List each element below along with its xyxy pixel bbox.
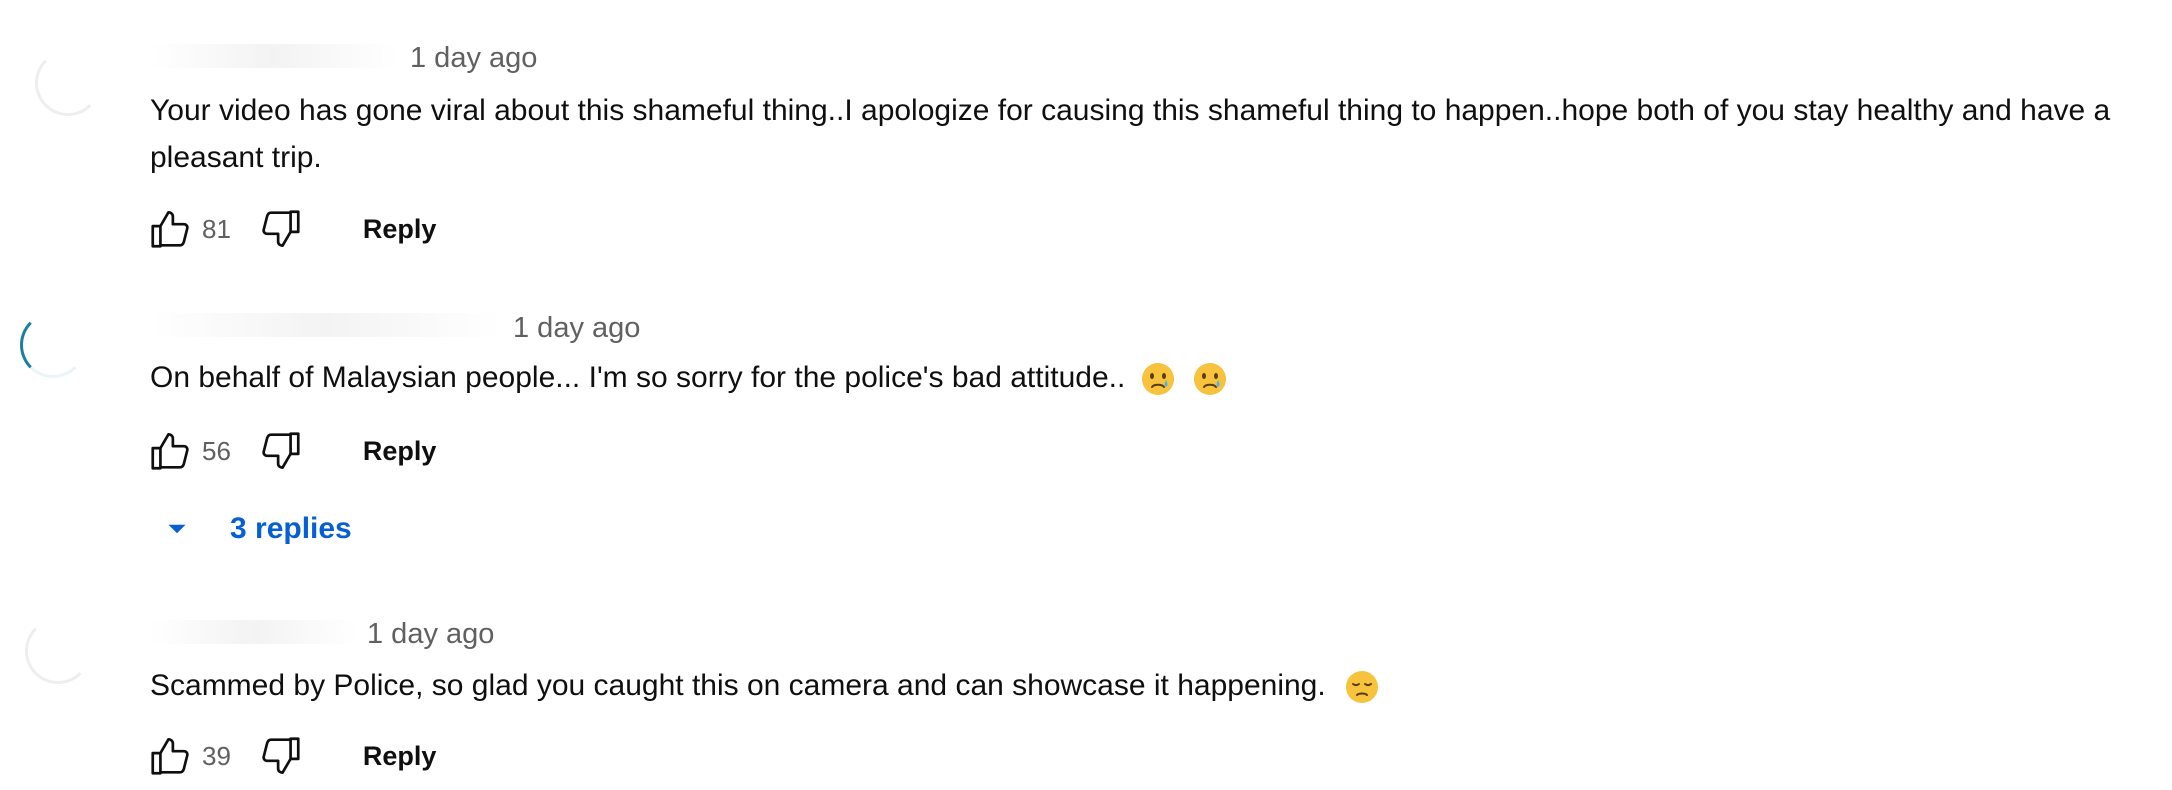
comment-text-content: On behalf of Malaysian people... I'm so …	[150, 361, 1126, 394]
dislike-button[interactable]	[253, 423, 309, 479]
like-count: 39	[202, 741, 231, 771]
dislike-button[interactable]	[253, 201, 309, 257]
comment-timestamp[interactable]: 1 day ago	[410, 44, 537, 73]
like-icon	[151, 210, 189, 248]
comment-text: Your video has gone viral about this sha…	[150, 94, 2111, 174]
like-icon	[151, 737, 189, 775]
replies-count-label: 3 replies	[230, 512, 352, 545]
dislike-button[interactable]	[253, 728, 309, 784]
author-name[interactable]	[150, 44, 398, 68]
crying-face-emoji	[1140, 361, 1176, 397]
like-button[interactable]	[142, 423, 198, 479]
like-icon	[151, 432, 189, 470]
avatar[interactable]	[25, 38, 109, 122]
comment-timestamp[interactable]: 1 day ago	[367, 620, 494, 649]
caret-down-icon	[168, 524, 186, 534]
dislike-icon	[262, 432, 300, 470]
comment-actions: 39 Reply	[142, 728, 436, 784]
view-replies-button[interactable]: 3 replies	[160, 504, 352, 554]
author-name[interactable]	[150, 620, 358, 644]
dislike-icon	[262, 737, 300, 775]
like-count: 56	[202, 436, 231, 466]
reply-button[interactable]: Reply	[363, 215, 437, 243]
comment-text: Scammed by Police, so glad you caught th…	[150, 662, 2140, 709]
comment-text: On behalf of Malaysian people... I'm so …	[150, 354, 2140, 401]
author-name[interactable]	[150, 313, 502, 337]
reply-button[interactable]: Reply	[363, 437, 437, 465]
comment-actions: 81 Reply	[142, 201, 436, 257]
comment-text-content: Scammed by Police, so glad you caught th…	[150, 669, 1326, 702]
crying-face-emoji	[1192, 361, 1228, 397]
reply-button[interactable]: Reply	[363, 742, 437, 770]
like-count: 81	[202, 214, 231, 244]
comment-timestamp[interactable]: 1 day ago	[513, 314, 640, 343]
like-button[interactable]	[142, 201, 198, 257]
disappointed-face-emoji	[1344, 669, 1380, 705]
comment-actions: 56 Reply	[142, 423, 436, 479]
avatar[interactable]	[10, 300, 94, 384]
avatar[interactable]	[15, 606, 99, 690]
dislike-icon	[262, 210, 300, 248]
like-button[interactable]	[142, 728, 198, 784]
